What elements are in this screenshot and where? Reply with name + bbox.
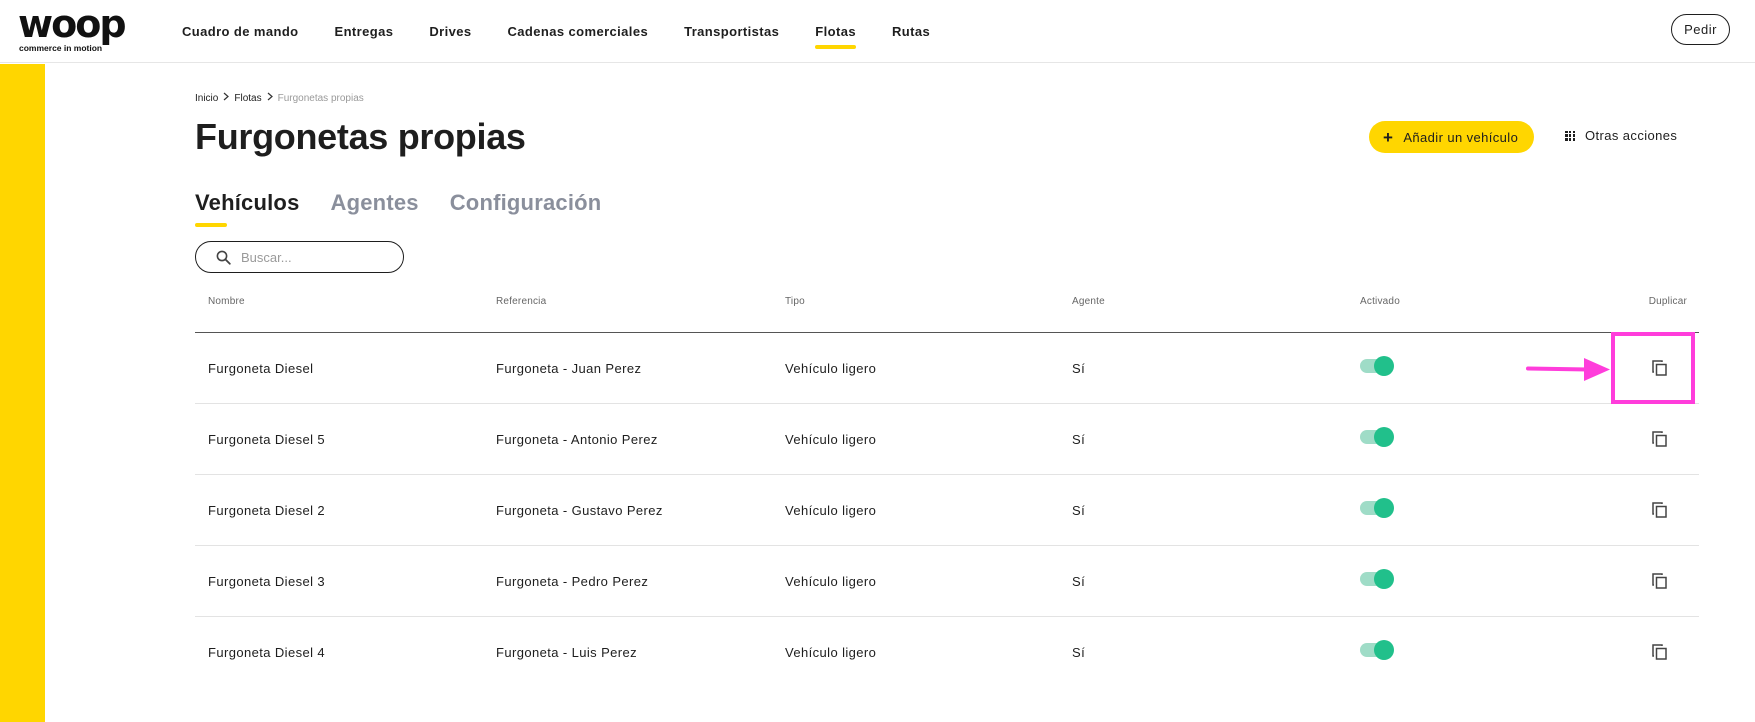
- breadcrumb-flotas[interactable]: Flotas: [234, 93, 261, 104]
- column-header-activado[interactable]: Activado: [1360, 296, 1400, 307]
- cell-type: Vehículo ligero: [785, 360, 877, 376]
- cell-reference: Furgoneta - Gustavo Perez: [496, 502, 663, 518]
- add-vehicle-label: Añadir un vehículo: [1403, 129, 1519, 145]
- nav-item-entregas[interactable]: Entregas: [335, 3, 394, 61]
- column-header-agente[interactable]: Agente: [1072, 296, 1105, 307]
- search-icon: [216, 250, 231, 265]
- column-header-referencia[interactable]: Referencia: [496, 296, 546, 307]
- cell-type: Vehículo ligero: [785, 502, 877, 518]
- more-actions-button[interactable]: Otras acciones: [1565, 128, 1677, 143]
- column-header-duplicar: Duplicar: [1648, 296, 1687, 307]
- nav-item-flotas[interactable]: Flotas: [815, 3, 856, 61]
- cell-name: Furgoneta Diesel 2: [208, 502, 326, 518]
- grid-icon: [1565, 130, 1575, 141]
- cell-type: Vehículo ligero: [785, 431, 877, 447]
- cell-reference: Furgoneta - Antonio Perez: [496, 431, 658, 447]
- activated-toggle[interactable]: [1360, 498, 1394, 518]
- cell-type: Vehículo ligero: [785, 644, 877, 660]
- cell-type: Vehículo ligero: [785, 573, 877, 589]
- tabs: Vehículos Agentes Configuración: [195, 190, 632, 227]
- main-nav: Cuadro de mando Entregas Drives Cadenas …: [182, 0, 966, 63]
- tab-vehiculos[interactable]: Vehículos: [195, 190, 300, 227]
- top-navigation-bar: woop commerce in motion Cuadro de mando …: [0, 0, 1755, 63]
- table-row[interactable]: Furgoneta Diesel 5 Furgoneta - Antonio P…: [195, 404, 1699, 475]
- search-box: [195, 241, 404, 273]
- cell-reference: Furgoneta - Juan Perez: [496, 360, 642, 376]
- cell-agent: Sí: [1072, 360, 1086, 376]
- table-header: Nombre Referencia Tipo Agente Activado D…: [195, 282, 1699, 333]
- logo-tagline: commerce in motion: [19, 43, 103, 53]
- activated-toggle[interactable]: [1360, 427, 1394, 447]
- cell-agent: Sí: [1072, 502, 1086, 518]
- cell-name: Furgoneta Diesel 4: [208, 644, 326, 660]
- pedir-button[interactable]: Pedir: [1671, 14, 1730, 45]
- chevron-right-icon: [267, 92, 273, 104]
- duplicate-button[interactable]: [1647, 498, 1671, 522]
- duplicate-button[interactable]: [1647, 427, 1671, 451]
- nav-item-rutas[interactable]: Rutas: [892, 3, 930, 61]
- search-input[interactable]: [239, 248, 399, 266]
- chevron-right-icon: [223, 92, 230, 104]
- cell-name: Furgoneta Diesel 5: [208, 431, 326, 447]
- activated-toggle[interactable]: [1360, 356, 1394, 376]
- table-row[interactable]: Furgoneta Diesel Furgoneta - Juan Perez …: [195, 333, 1699, 404]
- cell-name: Furgoneta Diesel 3: [208, 573, 326, 589]
- table-row[interactable]: Furgoneta Diesel 3 Furgoneta - Pedro Per…: [195, 546, 1699, 617]
- duplicate-button[interactable]: [1647, 356, 1671, 380]
- plus-icon: +: [1383, 127, 1394, 147]
- table-row[interactable]: Furgoneta Diesel 2 Furgoneta - Gustavo P…: [195, 475, 1699, 546]
- copy-icon: [1651, 502, 1667, 518]
- copy-icon: [1651, 644, 1667, 660]
- duplicate-button[interactable]: [1647, 569, 1671, 593]
- duplicate-button[interactable]: [1647, 640, 1671, 664]
- more-actions-label: Otras acciones: [1585, 128, 1678, 143]
- copy-icon: [1651, 431, 1667, 447]
- breadcrumb: Inicio Flotas Furgonetas propias: [195, 92, 364, 104]
- cell-agent: Sí: [1072, 573, 1086, 589]
- breadcrumb-current: Furgonetas propias: [277, 92, 364, 104]
- copy-icon: [1651, 360, 1667, 376]
- tab-configuracion[interactable]: Configuración: [450, 190, 602, 216]
- add-vehicle-button[interactable]: + Añadir un vehículo: [1369, 121, 1535, 153]
- column-header-tipo[interactable]: Tipo: [785, 296, 805, 307]
- activated-toggle[interactable]: [1360, 640, 1394, 660]
- activated-toggle[interactable]: [1360, 569, 1394, 589]
- sidebar: [0, 64, 45, 722]
- table-row[interactable]: Furgoneta Diesel 4 Furgoneta - Luis Pere…: [195, 617, 1699, 688]
- cell-name: Furgoneta Diesel: [208, 360, 314, 376]
- cell-agent: Sí: [1072, 644, 1086, 660]
- nav-item-transportistas[interactable]: Transportistas: [684, 3, 779, 61]
- cell-reference: Furgoneta - Luis Perez: [496, 644, 638, 660]
- nav-item-cadenas-comerciales[interactable]: Cadenas comerciales: [508, 3, 649, 61]
- woop-logo[interactable]: woop commerce in motion: [18, 3, 136, 53]
- cell-agent: Sí: [1072, 431, 1086, 447]
- cell-reference: Furgoneta - Pedro Perez: [496, 573, 649, 589]
- column-header-nombre[interactable]: Nombre: [208, 296, 245, 307]
- breadcrumb-inicio[interactable]: Inicio: [195, 93, 218, 104]
- tab-agentes[interactable]: Agentes: [331, 190, 419, 216]
- nav-item-cuadro-de-mando[interactable]: Cuadro de mando: [182, 3, 299, 61]
- page-title: Furgonetas propias: [195, 116, 526, 157]
- nav-item-drives[interactable]: Drives: [429, 3, 471, 61]
- vehicles-table: Nombre Referencia Tipo Agente Activado D…: [195, 282, 1699, 688]
- copy-icon: [1651, 573, 1667, 589]
- logo-wordmark: woop: [18, 2, 127, 46]
